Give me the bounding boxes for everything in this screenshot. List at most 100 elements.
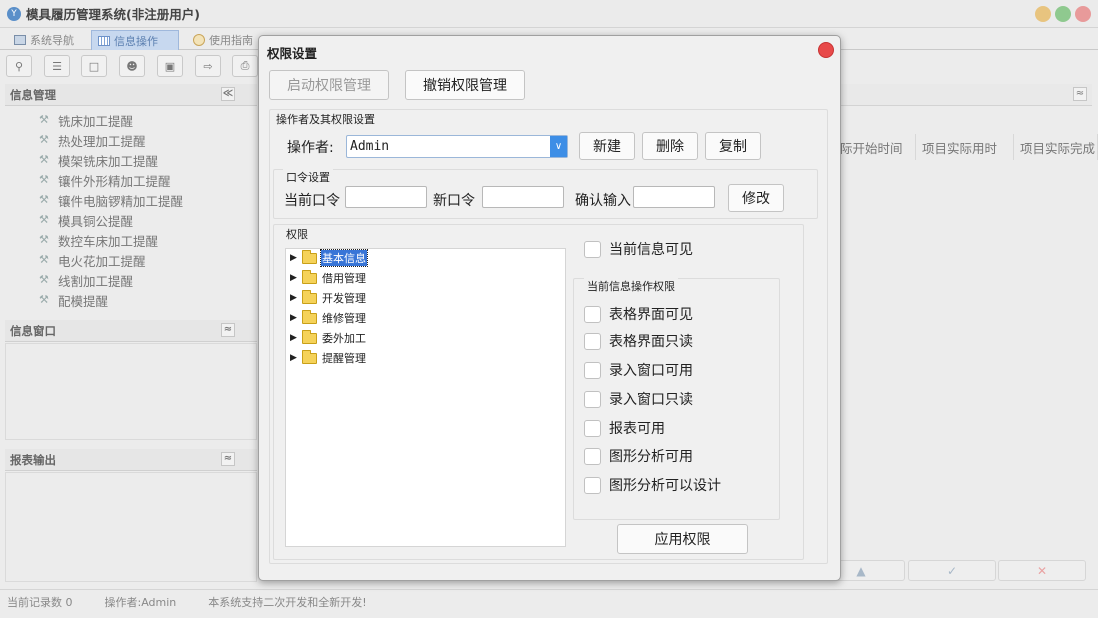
visible-checkbox[interactable] [584,240,601,258]
tree-node[interactable]: ▶ 基本信息 [290,249,368,267]
checkbox-row[interactable]: 图形分析可以设计 [584,475,721,495]
report-output-header: 报表输出 ≈ [5,449,257,471]
panel-title: 信息管理 [10,87,56,102]
tree-node[interactable]: ▶ 提醒管理 [290,349,367,367]
report-output-body [5,472,257,582]
nav-item[interactable]: ⚒ 铣床加工提醒 [5,110,257,130]
column-header[interactable]: 项目实际用时 [916,134,1014,160]
chevron-down-icon[interactable]: ∨ [550,136,567,157]
checkbox-row[interactable]: 图形分析可用 [584,446,693,466]
minimize-button[interactable] [1035,6,1051,22]
confirm-button[interactable]: ✓ [908,560,996,581]
close-button[interactable] [1075,6,1091,22]
nav-item[interactable]: ⚒ 镶件外形精加工提醒 [5,170,257,190]
tab-user-guide[interactable]: 使用指南 [187,30,259,50]
visible-checkbox-row[interactable]: 当前信息可见 [584,239,693,259]
delete-operator-button[interactable]: 删除 [642,132,698,160]
apply-permission-button[interactable]: 应用权限 [617,524,748,554]
checkbox[interactable] [584,390,601,408]
tool-icon: ⚒ [39,133,49,146]
user-icon: ☻ [126,59,138,73]
current-password-input[interactable] [345,186,427,208]
folder-icon [302,309,317,324]
checkbox-row[interactable]: 报表可用 [584,418,665,438]
enable-permission-button[interactable]: 启动权限管理 [269,70,389,100]
tab-info-operation[interactable]: 信息操作 [91,30,179,50]
expand-arrow-icon[interactable]: ▶ [290,333,302,343]
modify-password-button[interactable]: 修改 [728,184,784,212]
checkbox-label: 表格界面可见 [609,307,693,323]
copy-operator-button[interactable]: 复制 [705,132,761,160]
checkbox[interactable] [584,305,601,323]
checkbox[interactable] [584,476,601,494]
tree-node-label: 借用管理 [322,272,366,285]
checkbox[interactable] [584,419,601,437]
nav-item[interactable]: ⚒ 热处理加工提醒 [5,130,257,150]
tree-node[interactable]: ▶ 维修管理 [290,309,367,327]
list-tool-button[interactable]: ☰ [44,55,70,77]
tab-system-nav[interactable]: 系统导航 [8,30,80,50]
nav-item-label: 线割加工提醒 [58,273,134,289]
checkbox-row[interactable]: 表格界面可见 [584,304,693,324]
expand-arrow-icon[interactable]: ▶ [290,253,302,263]
export-tool-button[interactable]: ⇨ [195,55,221,77]
expand-arrow-icon[interactable]: ▶ [290,353,302,363]
collapse-icon[interactable]: ≈ [221,323,235,337]
nav-item[interactable]: ⚒ 镶件电脑锣精加工提醒 [5,190,257,210]
operation-permission-label: 当前信息操作权限 [584,278,678,294]
dialog-close-button[interactable] [818,42,834,58]
tab-label: 系统导航 [30,34,74,47]
operator-select[interactable]: Admin ∨ [346,135,568,158]
print-tool-button[interactable]: ⎙ [232,55,258,77]
checkbox-label: 图形分析可以设计 [609,478,721,494]
tree-node[interactable]: ▶ 开发管理 [290,289,367,307]
expand-arrow-icon[interactable]: ▶ [290,313,302,323]
tool-icon: ⚒ [39,193,49,206]
checkbox-row[interactable]: 表格界面只读 [584,331,693,351]
column-header[interactable]: 项目实际完成 [1014,134,1098,160]
nav-item-label: 热处理加工提醒 [58,133,146,149]
info-management-header: 信息管理 ≪ [5,84,257,106]
document-tool-button[interactable]: □ [81,55,107,77]
new-operator-button[interactable]: 新建 [579,132,635,160]
tool-icon: ⚒ [39,273,49,286]
expand-arrow-icon[interactable]: ▶ [290,293,302,303]
tree-node[interactable]: ▶ 借用管理 [290,269,367,287]
nav-item-label: 配模提醒 [58,293,109,309]
search-tool-button[interactable]: ⚲ [6,55,32,77]
checkbox[interactable] [584,361,601,379]
nav-item[interactable]: ⚒ 模具铜公提醒 [5,210,257,230]
checkbox-label: 报表可用 [609,421,665,437]
nav-item-label: 数控车床加工提醒 [58,233,159,249]
window-tool-button[interactable]: ▣ [157,55,183,77]
checkbox[interactable] [584,332,601,350]
cancel-button[interactable]: ✕ [998,560,1086,581]
info-management-list: ⚒ 铣床加工提醒 ⚒ 热处理加工提醒 ⚒ 模架铣床加工提醒 ⚒ 镶件外形精加工提醒 ⚒ 镶件电脑锣… [5,110,257,310]
checkbox[interactable] [584,447,601,465]
document-icon: □ [88,59,100,73]
toolbar: ⚲ ☰ □ ☻ ▣ ⇨ ⎙ [0,51,258,81]
checkbox-row[interactable]: 录入窗口可用 [584,360,693,380]
tree-node-label: 基本信息 [320,249,368,267]
user-tool-button[interactable]: ☻ [119,55,145,77]
revoke-permission-button[interactable]: 撤销权限管理 [405,70,525,100]
print-icon: ⎙ [240,59,250,72]
tool-icon: ⚒ [39,173,49,186]
nav-item[interactable]: ⚒ 电火花加工提醒 [5,250,257,270]
nav-item[interactable]: ⚒ 模架铣床加工提醒 [5,150,257,170]
column-header[interactable]: 际开始时间 [834,134,916,160]
panel-title: 信息窗口 [10,323,56,338]
expand-arrow-icon[interactable]: ▶ [290,273,302,283]
maximize-button[interactable] [1055,6,1071,22]
nav-item[interactable]: ⚒ 线割加工提醒 [5,270,257,290]
nav-item[interactable]: ⚒ 数控车床加工提醒 [5,230,257,250]
collapse-icon[interactable]: ≪ [221,87,235,101]
confirm-password-input[interactable] [633,186,715,208]
nav-item[interactable]: ⚒ 配模提醒 [5,290,257,310]
collapse-icon[interactable]: ≈ [1073,87,1087,101]
checkbox-row[interactable]: 录入窗口只读 [584,389,693,409]
folder-icon [302,349,317,364]
new-password-input[interactable] [482,186,564,208]
collapse-icon[interactable]: ≈ [221,452,235,466]
tree-node[interactable]: ▶ 委外加工 [290,329,367,347]
